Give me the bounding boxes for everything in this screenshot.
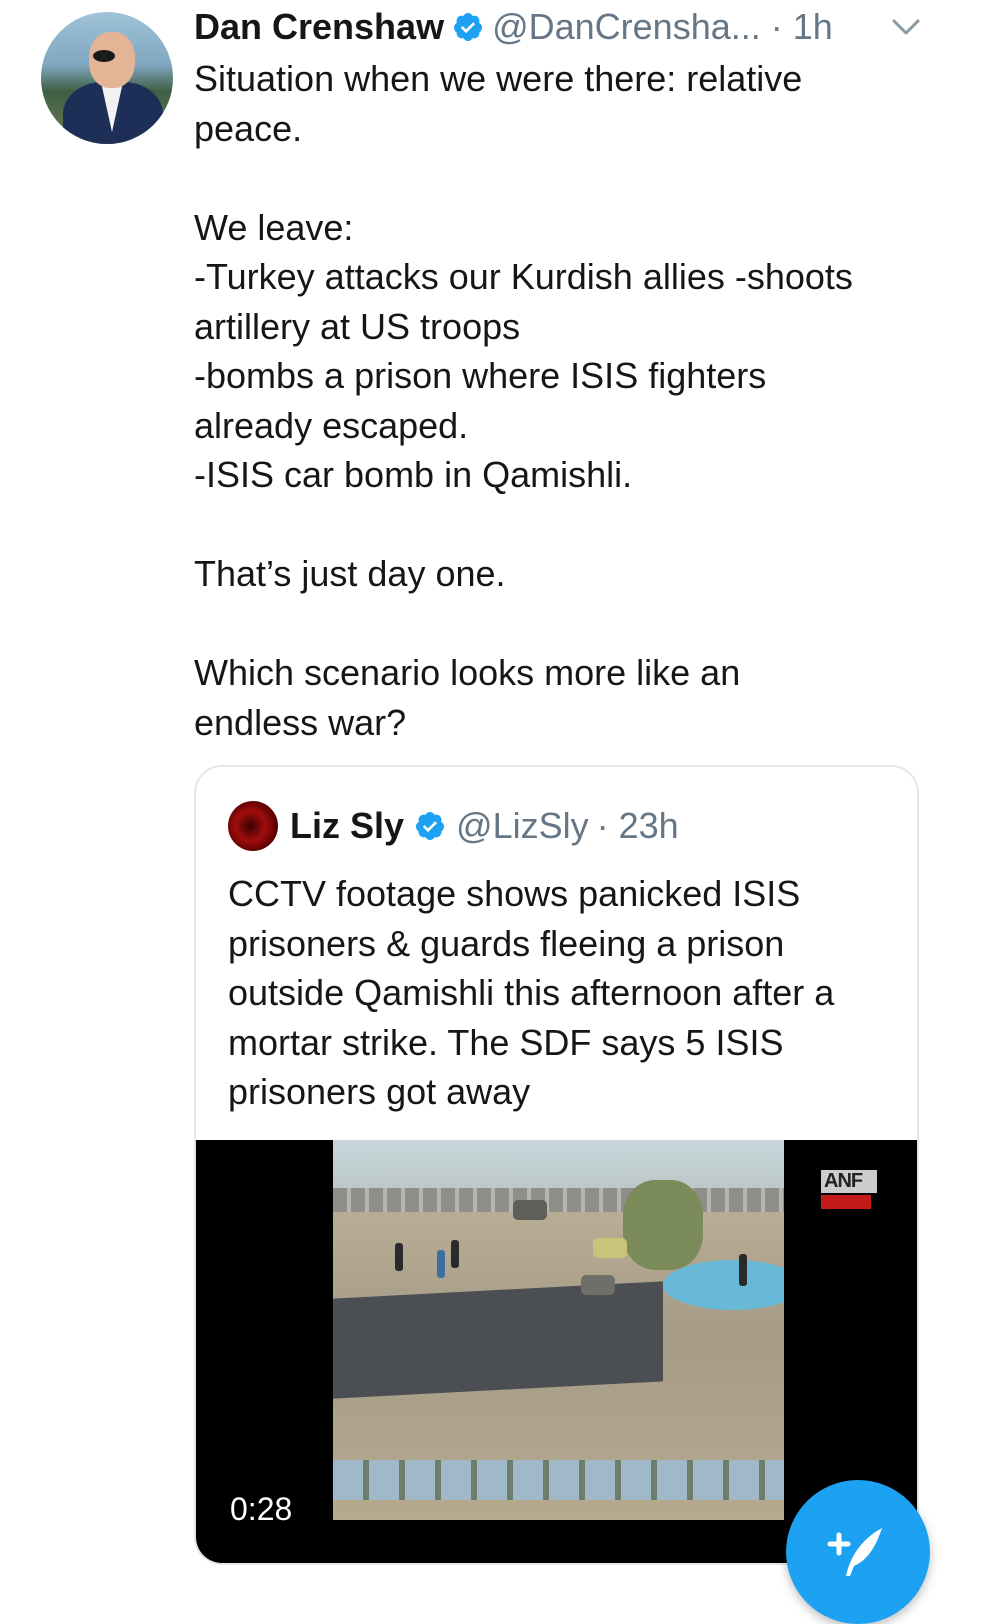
quoted-tweet-text: CCTV footage shows panicked ISIS prisone… — [228, 873, 835, 1112]
news-watermark-logo: ANF — [821, 1170, 877, 1218]
quoted-tweet[interactable]: Liz Sly @LizSly · 23h CCTV footage shows… — [194, 765, 919, 1565]
author-handle[interactable]: @DanCrensha... — [492, 6, 761, 48]
verified-badge-icon — [452, 11, 484, 43]
quoted-tweet-timestamp: · 23h — [596, 805, 679, 846]
tweet-timestamp[interactable]: · 1h — [771, 6, 833, 48]
quoted-author-name: Liz Sly — [290, 805, 405, 846]
compose-tweet-button[interactable] — [786, 1480, 930, 1624]
quoted-author-handle: @LizSly — [456, 805, 589, 846]
tweet-header: Dan Crenshaw @DanCrensha... · 1h — [194, 2, 833, 52]
video-thumbnail — [333, 1140, 784, 1520]
compose-tweet-icon — [827, 1528, 882, 1576]
author-avatar[interactable] — [41, 12, 173, 144]
quoted-tweet-header: Liz Sly @LizSly · 23h — [228, 799, 679, 853]
author-name[interactable]: Dan Crenshaw — [194, 6, 444, 48]
video-duration: 0:28 — [218, 1485, 305, 1534]
quoted-author-avatar — [228, 801, 278, 851]
tweet-text: Situation when we were there: relative p… — [194, 58, 853, 743]
verified-badge-icon — [414, 810, 446, 842]
chevron-down-icon[interactable] — [890, 16, 922, 38]
